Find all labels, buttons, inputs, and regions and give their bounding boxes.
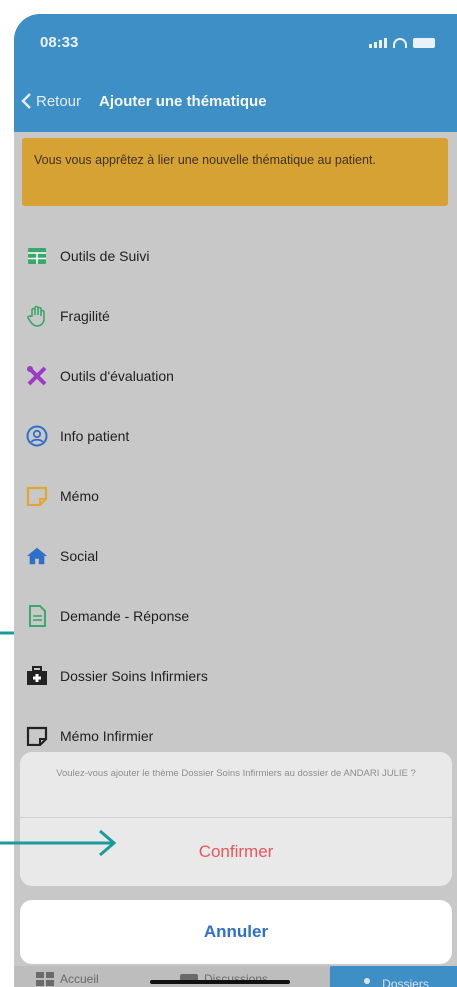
- grid-icon: [36, 972, 54, 986]
- battery-icon: [413, 38, 435, 48]
- list-item-memo-infirmier[interactable]: Mémo Infirmier: [26, 718, 426, 754]
- action-sheet: Voulez-vous ajouter le thème Dossier Soi…: [20, 752, 452, 886]
- annotation-arrow-confirm: [0, 829, 117, 857]
- wifi-icon: [393, 38, 407, 48]
- medical-bag-icon: [26, 665, 48, 687]
- status-time: 08:33: [40, 34, 79, 51]
- action-sheet-message: Voulez-vous ajouter le thème Dossier Soi…: [20, 752, 452, 818]
- list-item-dossier-soins-infirmiers[interactable]: Dossier Soins Infirmiers: [26, 658, 426, 694]
- home-icon: [26, 545, 48, 567]
- list-item-label: Mémo: [60, 488, 99, 504]
- info-banner: Vous vous apprêtez à lier une nouvelle t…: [22, 138, 448, 206]
- list-item-memo[interactable]: Mémo: [26, 478, 426, 514]
- list-item-label: Info patient: [60, 428, 130, 444]
- hand-icon: [26, 305, 48, 327]
- list-item-label: Demande - Réponse: [60, 608, 190, 624]
- back-button[interactable]: Retour: [20, 92, 81, 110]
- list-item-outils-de-suivi[interactable]: Outils de Suivi: [26, 238, 426, 274]
- page-title: Ajouter une thématique: [99, 92, 267, 110]
- table-icon: [26, 245, 48, 267]
- note-icon: [26, 485, 48, 507]
- signal-icon: [369, 38, 387, 48]
- list-item-label: Dossier Soins Infirmiers: [60, 668, 208, 684]
- home-indicator: [150, 980, 290, 984]
- tab-accueil[interactable]: Accueil: [36, 972, 99, 986]
- list-item-info-patient[interactable]: Info patient: [26, 418, 426, 454]
- list-item-fragilite[interactable]: Fragilité: [26, 298, 426, 334]
- list-item-label: Outils de Suivi: [60, 248, 150, 264]
- back-label: Retour: [36, 92, 82, 110]
- document-icon: [26, 605, 48, 627]
- screen: 08:33 Retour Ajouter une thématique Vous…: [0, 0, 457, 987]
- chevron-left-icon: [21, 93, 31, 109]
- status-icons: [369, 38, 435, 48]
- tab-label: Dossiers: [382, 976, 429, 987]
- note-outline-icon: [26, 725, 48, 747]
- status-bar: 08:33: [14, 14, 457, 70]
- nav-bar: Retour Ajouter une thématique: [14, 70, 457, 132]
- list-item-label: Social: [60, 548, 99, 564]
- tab-dossiers[interactable]: Dossiers: [330, 966, 457, 987]
- list-item-social[interactable]: Social: [26, 538, 426, 574]
- list-item-demande-reponse[interactable]: Demande - Réponse: [26, 598, 426, 634]
- list-item-label: Mémo Infirmier: [60, 728, 154, 744]
- cancel-button[interactable]: Annuler: [20, 900, 452, 964]
- list-item-outils-evaluation[interactable]: Outils d'évaluation: [26, 358, 426, 394]
- tools-icon: [26, 365, 48, 387]
- tab-label: Accueil: [60, 972, 99, 986]
- folder-user-icon: [364, 977, 371, 987]
- list-item-label: Fragilité: [60, 308, 110, 324]
- list-item-label: Outils d'évaluation: [60, 368, 174, 384]
- user-circle-icon: [26, 425, 48, 447]
